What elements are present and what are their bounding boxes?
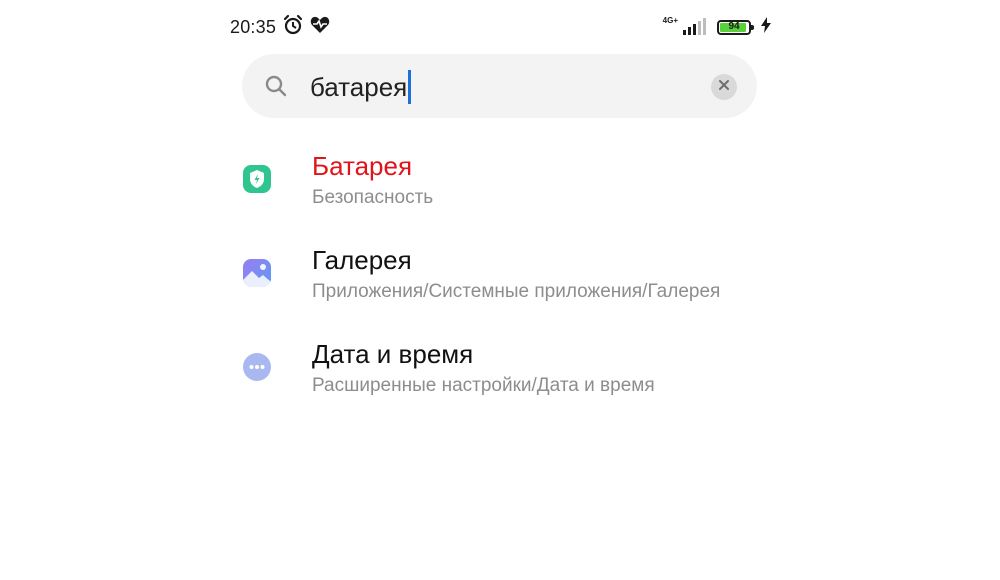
screen: 20:35 4G+ 94 батарея Батарея Безопасност… [0,0,1000,580]
charging-icon [760,16,772,38]
result-subtitle: Безопасность [312,187,434,208]
status-time: 20:35 [230,16,277,37]
result-item-date-time[interactable]: Дата и время Расширенные настройки/Дата … [242,326,757,420]
result-title: Батарея [312,151,413,181]
gallery-icon [242,258,272,288]
result-title: Галерея [312,245,412,275]
search-query: батарея [310,72,408,102]
network-type: 4G+ [662,16,678,25]
status-right: 4G+ 94 [662,16,772,38]
result-subtitle: Расширенные настройки/Дата и время [312,375,655,396]
text-caret [408,70,412,104]
alarm-icon [282,14,304,41]
status-bar: 20:35 4G+ 94 [230,14,772,40]
heart-rate-icon [310,16,330,39]
signal-icon [683,18,706,35]
search-bar[interactable]: батарея [242,54,757,118]
more-dots-icon [242,352,272,382]
status-left: 20:35 [230,14,330,41]
close-icon [718,78,730,96]
result-item-gallery[interactable]: Галерея Приложения/Системные приложения/… [242,232,757,326]
search-input[interactable]: батарея [310,70,412,104]
battery-level: 94 [728,21,740,32]
result-item-battery[interactable]: Батарея Безопасность [242,138,757,232]
result-subtitle: Приложения/Системные приложения/Галерея [312,281,721,302]
clear-button[interactable] [711,74,737,100]
result-title: Дата и время [312,339,474,369]
search-results: Батарея Безопасность Галерея Приложения/… [242,138,757,420]
search-icon [264,74,288,98]
security-shield-icon [242,164,272,194]
battery-icon: 94 [717,19,754,35]
